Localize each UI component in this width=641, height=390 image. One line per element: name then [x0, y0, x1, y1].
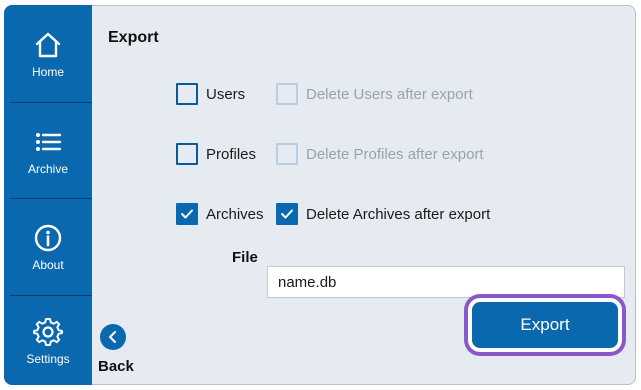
sidebar-item-archive[interactable]: Archive — [4, 103, 92, 198]
sidebar-item-label: Archive — [27, 161, 68, 176]
profiles-label: Profiles — [206, 146, 257, 163]
sidebar-item-label: Home — [31, 64, 64, 79]
back-label: Back — [98, 358, 134, 375]
checkmark-icon — [281, 209, 293, 219]
gear-icon — [33, 317, 63, 346]
sidebar-item-settings[interactable]: Settings — [4, 296, 92, 385]
chevron-left-icon — [109, 331, 116, 343]
back-button[interactable] — [100, 324, 126, 350]
users-checkbox[interactable] — [176, 83, 198, 105]
archives-label: Archives — [206, 206, 264, 223]
users-label: Users — [206, 86, 246, 103]
home-icon — [35, 32, 61, 57]
sidebar-item-label: About — [32, 258, 64, 272]
page-title: Export — [108, 29, 159, 46]
file-name-input[interactable] — [267, 266, 625, 298]
delete-users-label: Delete Users after export — [306, 86, 473, 103]
delete-users-checkbox[interactable] — [276, 83, 298, 105]
main-panel: Export Users Delete Users after export P… — [92, 5, 636, 385]
sidebar-item-home[interactable]: Home — [4, 5, 92, 102]
file-label: File — [232, 249, 258, 266]
delete-archives-checkbox[interactable] — [276, 203, 298, 225]
sidebar: Home Archive About Settings — [4, 5, 92, 385]
sidebar-item-about[interactable]: About — [4, 199, 92, 295]
delete-profiles-checkbox[interactable] — [276, 143, 298, 165]
delete-profiles-label: Delete Profiles after export — [306, 146, 484, 163]
list-icon — [36, 132, 62, 151]
checkmark-icon — [181, 209, 193, 219]
sidebar-item-label: Settings — [26, 351, 70, 366]
delete-archives-label: Delete Archives after export — [306, 206, 491, 223]
app-window: Home Archive About Settings Export Users… — [0, 0, 641, 390]
archives-checkbox[interactable] — [176, 203, 198, 225]
export-button[interactable]: Export — [472, 302, 618, 348]
info-icon — [34, 224, 62, 252]
profiles-checkbox[interactable] — [176, 143, 198, 165]
